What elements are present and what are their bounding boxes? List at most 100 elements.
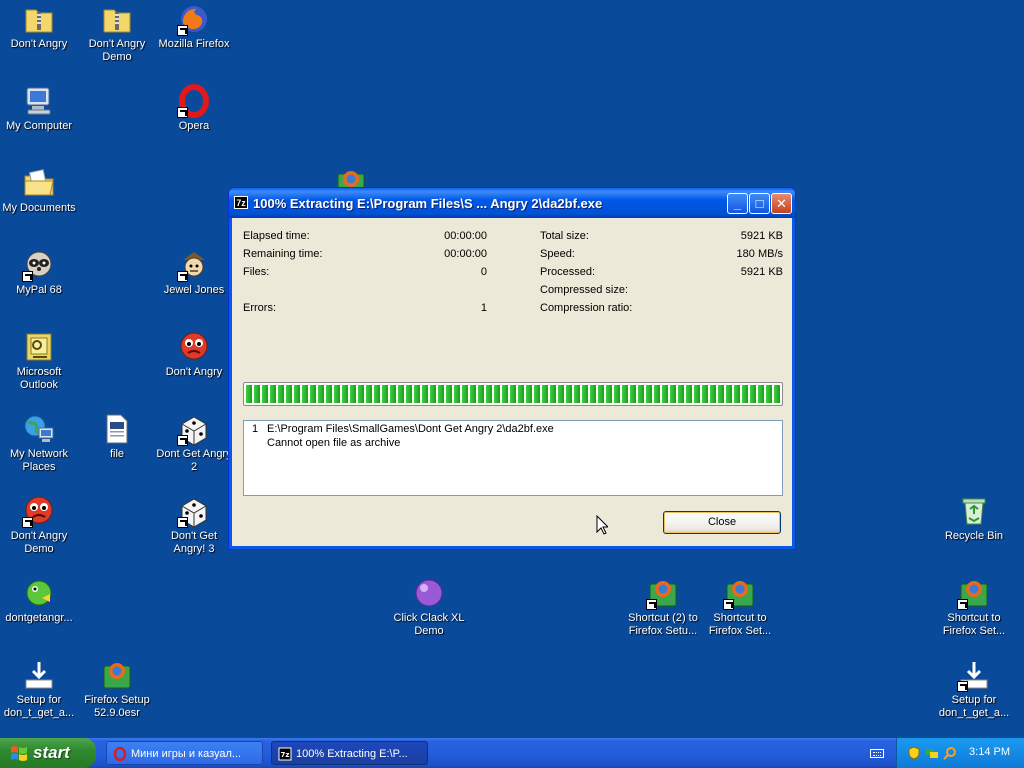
desktop-icon-label: file [109,448,125,460]
processed-value: 5921 KB [740,266,783,278]
desktop-icon-shortcut-2-firefox[interactable]: Shortcut (2) to Firefox Setu... [624,576,702,638]
desktop-icon-dont-get-angry-3[interactable]: Don't Get Angry! 3 [155,494,233,556]
desktop-icon-shortcut-firefox[interactable]: Shortcut to Firefox Set... [701,576,779,638]
taskbar-item-label: Мини игры и казуал... [131,748,242,760]
desktop-icon-label: Firefox Setup 52.9.0esr [84,694,150,719]
desktop-icon-label: Recycle Bin [944,530,1004,542]
shortcut-arrow-icon [957,681,968,692]
taskbar: start Мини игры и казуал... 7z 100% Extr… [0,738,1024,768]
close-button[interactable]: Close [663,511,781,534]
desktop-icon-dont-angry-demo-2[interactable]: Don't Angry Demo [0,494,78,556]
errors-value: 1 [480,302,487,314]
svg-text:7z: 7z [281,751,290,759]
zip-folder-icon [100,2,134,36]
desktop-icon-dont-get-angry-2[interactable]: Dont Get Angry 2 [155,412,233,474]
desktop-icon-network[interactable]: My Network Places [0,412,78,474]
desktop-icon-label: MyPal 68 [16,284,62,296]
desktop-icon-dont-angry-demo[interactable]: Don't Angry Demo [78,2,156,64]
desktop-icon-label: Microsoft Outlook [16,366,62,391]
green-gecko-icon [22,576,56,610]
opera-icon [113,747,127,761]
purple-ball-icon [412,576,446,610]
desktop-icon-file[interactable]: file [78,412,156,461]
zip-folder-icon [22,2,56,36]
desktop-icon-label: Click Clack XL Demo [393,612,465,637]
desktop-icon-dont-angry-2[interactable]: Don't Angry [155,330,233,379]
taskbar-item-7zip[interactable]: 7z 100% Extracting E:\P... [271,741,428,765]
desktop-icon-label: Shortcut (2) to Firefox Setu... [628,612,698,637]
desktop-icon-dont-angry[interactable]: Don't Angry [0,2,78,51]
title-close-button[interactable]: ✕ [771,193,792,214]
desktop-icon-label: My Network Places [9,448,69,473]
mouse-cursor-icon [596,515,608,535]
desktop-icon-label: Jewel Jones [163,284,225,296]
remaining-time-value: 00:00:00 [444,248,487,260]
desktop-icon-label: Don't Angry [10,38,68,50]
minimize-button[interactable]: _ [727,193,748,214]
start-label: start [33,743,70,762]
desktop-icon-setup-2[interactable]: Setup for don_t_get_a... [935,658,1013,720]
desktop-icon-label: Opera [178,120,210,132]
errors-label: Errors: [243,302,276,314]
shortcut-arrow-icon [22,271,33,282]
elapsed-time-label: Elapsed time: [243,230,310,242]
search-icon[interactable] [943,746,957,760]
angry-face-icon [177,330,211,364]
dice-icon [177,412,211,446]
message-error-text: Cannot open file as archive [267,437,401,449]
setup-installer-icon [22,658,56,692]
security-shield-icon[interactable] [907,746,921,760]
desktop-icon-firefox[interactable]: Mozilla Firefox [155,2,233,51]
desktop-icon-label: Don't Angry Demo [88,38,146,63]
error-message-list[interactable]: 1 E:\Program Files\SmallGames\Dont Get A… [243,420,783,496]
dialog-title: 100% Extracting E:\Program Files\S ... A… [253,196,603,211]
desktop-icon-click-clack[interactable]: Click Clack XL Demo [390,576,468,638]
desktop-icon-opera[interactable]: Opera [155,84,233,133]
maximize-icon: □ [755,196,764,211]
setup-installer-icon [957,658,991,692]
desktop-icon-dontgetangr[interactable]: dontgetangr... [0,576,78,625]
extract-dialog: 7z 100% Extracting E:\Program Files\S ..… [228,187,796,550]
desktop-icon-label: Shortcut to Firefox Set... [942,612,1006,637]
desktop-icon-shortcut-firefox-2[interactable]: Shortcut to Firefox Set... [935,576,1013,638]
desktop-icon-mypal[interactable]: MyPal 68 [0,248,78,297]
documents-folder-icon [22,166,56,200]
desktop-icon-label: My Computer [5,120,73,132]
recycle-bin-icon [957,494,991,528]
start-button[interactable]: start [0,738,96,768]
speed-value: 180 MB/s [736,248,783,260]
windows-flag-icon [11,746,27,761]
outlook-icon [22,330,56,364]
jewel-jones-icon [177,248,211,282]
processed-label: Processed: [540,266,596,278]
maximize-button[interactable]: □ [749,193,770,214]
desktop-icon-recycle-bin[interactable]: Recycle Bin [935,494,1013,543]
files-value: 0 [480,266,487,278]
elapsed-time-value: 00:00:00 [444,230,487,242]
desktop-icon-setup-1[interactable]: Setup for don_t_get_a... [0,658,78,720]
shortcut-arrow-icon [177,271,188,282]
system-tray: 3:14 PM [896,738,1024,768]
desktop-icon-jewel-jones[interactable]: Jewel Jones [155,248,233,297]
desktop-icon-firefox-setup[interactable]: Firefox Setup 52.9.0esr [78,658,156,720]
network-tray-icon[interactable] [925,746,939,760]
firefox-icon [177,2,211,36]
compression-ratio-label: Compression ratio: [540,302,633,314]
desktop-icon-label: Shortcut to Firefox Set... [708,612,772,637]
desktop-icon-label: Don't Angry Demo [10,530,68,555]
desktop-icon-my-documents[interactable]: My Documents [0,166,78,215]
desktop-icon-my-computer[interactable]: My Computer [0,84,78,133]
keyboard-icon[interactable] [870,749,884,758]
shortcut-arrow-icon [957,599,968,610]
total-size-value: 5921 KB [740,230,783,242]
clock[interactable]: 3:14 PM [969,746,1010,758]
desktop-icon-outlook[interactable]: Microsoft Outlook [0,330,78,392]
remaining-time-label: Remaining time: [243,248,323,260]
dialog-titlebar[interactable]: 7z 100% Extracting E:\Program Files\S ..… [229,188,795,218]
desktop-icon-label: Don't Angry [165,366,223,378]
minimize-icon: _ [733,196,742,211]
desktop-icon-label: My Documents [2,202,76,214]
raccoon-icon [22,248,56,282]
taskbar-item-opera[interactable]: Мини игры и казуал... [106,741,263,765]
firefox-installer-icon [100,658,134,692]
